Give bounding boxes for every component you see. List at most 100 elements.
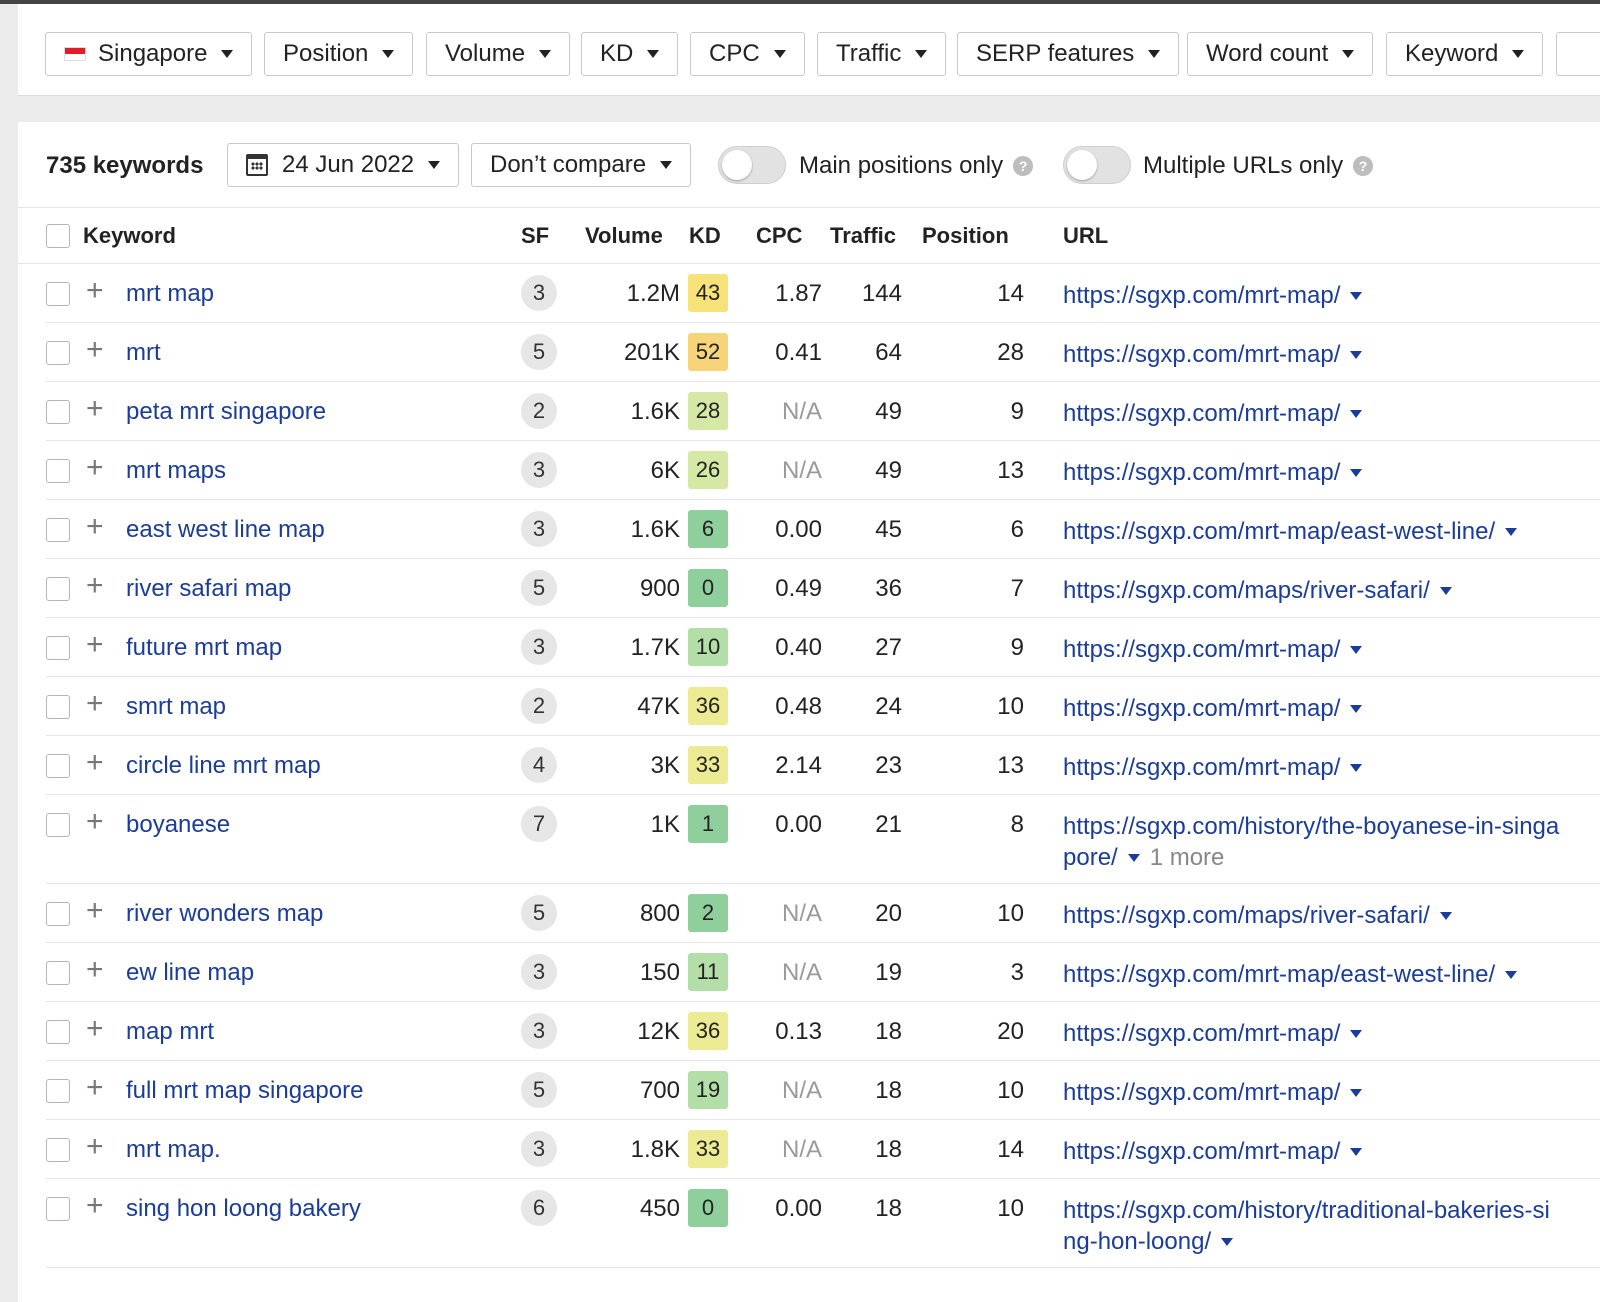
multiple-urls-toggle[interactable] — [1063, 146, 1131, 184]
keyword-link[interactable]: mrt map. — [126, 1136, 221, 1164]
url-link[interactable]: https://sgxp.com/history/traditional-bak… — [1063, 1197, 1550, 1255]
keyword-link[interactable]: peta mrt singapore — [126, 398, 326, 426]
url-link[interactable]: https://sgxp.com/mrt-map/ — [1063, 282, 1340, 309]
keyword-link[interactable]: map mrt — [126, 1018, 214, 1046]
url-link[interactable]: https://sgxp.com/mrt-map/ — [1063, 459, 1340, 486]
row-checkbox[interactable] — [46, 341, 70, 365]
row-checkbox[interactable] — [46, 400, 70, 424]
url-link[interactable]: https://sgxp.com/mrt-map/ — [1063, 754, 1340, 781]
date-picker[interactable]: 24 Jun 2022 — [227, 143, 460, 187]
row-checkbox[interactable] — [46, 1138, 70, 1162]
row-checkbox[interactable] — [46, 754, 70, 778]
keyword-link[interactable]: river safari map — [126, 575, 291, 603]
col-position[interactable]: Position — [922, 223, 1009, 249]
url-dropdown-icon[interactable] — [1350, 1030, 1363, 1038]
url-link[interactable]: https://sgxp.com/mrt-map/ — [1063, 1020, 1340, 1047]
col-traffic[interactable]: Traffic — [830, 223, 896, 249]
url-link[interactable]: https://sgxp.com/mrt-map/east-west-line/ — [1063, 518, 1495, 545]
more-urls-link[interactable]: 1 more — [1150, 844, 1225, 871]
serp-features-count[interactable]: 3 — [521, 954, 557, 990]
keyword-link[interactable]: mrt — [126, 339, 161, 367]
url-link[interactable]: https://sgxp.com/maps/river-safari/ — [1063, 902, 1430, 929]
filter-country-dropdown[interactable]: Singapore — [45, 32, 253, 76]
add-to-list-icon[interactable]: + — [86, 276, 104, 306]
serp-features-count[interactable]: 2 — [521, 688, 557, 724]
serp-features-count[interactable]: 6 — [521, 1190, 557, 1226]
serp-features-count[interactable]: 5 — [521, 895, 557, 931]
url-dropdown-icon[interactable] — [1127, 854, 1140, 862]
url-link[interactable]: https://sgxp.com/history/the-boyanese-in… — [1063, 813, 1559, 871]
keyword-link[interactable]: ew line map — [126, 959, 254, 987]
add-to-list-icon[interactable]: + — [86, 394, 104, 424]
row-checkbox[interactable] — [46, 577, 70, 601]
serp-features-count[interactable]: 3 — [521, 629, 557, 665]
serp-features-count[interactable]: 3 — [521, 452, 557, 488]
filter-traffic-dropdown[interactable]: Traffic — [817, 32, 947, 76]
url-link[interactable]: https://sgxp.com/maps/river-safari/ — [1063, 577, 1430, 604]
row-checkbox[interactable] — [46, 813, 70, 837]
col-cpc[interactable]: CPC — [756, 223, 802, 249]
filter-volume-dropdown[interactable]: Volume — [426, 32, 571, 76]
url-link[interactable]: https://sgxp.com/mrt-map/ — [1063, 1138, 1340, 1165]
url-dropdown-icon[interactable] — [1505, 528, 1518, 536]
url-dropdown-icon[interactable] — [1350, 646, 1363, 654]
url-link[interactable]: https://sgxp.com/mrt-map/ — [1063, 1079, 1340, 1106]
select-all-checkbox[interactable] — [46, 224, 70, 248]
url-dropdown-icon[interactable] — [1350, 764, 1363, 772]
keyword-link[interactable]: future mrt map — [126, 634, 282, 662]
compare-dropdown[interactable]: Don’t compare — [471, 143, 692, 187]
row-checkbox[interactable] — [46, 1197, 70, 1221]
filter-serp-features-dropdown[interactable]: SERP features — [957, 32, 1180, 76]
keyword-link[interactable]: full mrt map singapore — [126, 1077, 363, 1105]
url-dropdown-icon[interactable] — [1350, 705, 1363, 713]
url-dropdown-icon[interactable] — [1439, 587, 1452, 595]
row-checkbox[interactable] — [46, 695, 70, 719]
serp-features-count[interactable]: 3 — [521, 511, 557, 547]
filter-cpc-dropdown[interactable]: CPC — [690, 32, 805, 76]
keyword-link[interactable]: mrt maps — [126, 457, 226, 485]
keyword-link[interactable]: sing hon loong bakery — [126, 1195, 361, 1223]
keyword-link[interactable]: boyanese — [126, 811, 230, 839]
add-to-list-icon[interactable]: + — [86, 1014, 104, 1044]
url-link[interactable]: https://sgxp.com/mrt-map/east-west-line/ — [1063, 961, 1495, 988]
serp-features-count[interactable]: 7 — [521, 806, 557, 842]
add-to-list-icon[interactable]: + — [86, 807, 104, 837]
filter-keyword-dropdown[interactable]: Keyword — [1386, 32, 1544, 76]
filter-position-dropdown[interactable]: Position — [264, 32, 414, 76]
row-checkbox[interactable] — [46, 636, 70, 660]
url-dropdown-icon[interactable] — [1439, 912, 1452, 920]
url-link[interactable]: https://sgxp.com/mrt-map/ — [1063, 636, 1340, 663]
help-icon[interactable]: ? — [1013, 156, 1034, 176]
url-dropdown-icon[interactable] — [1350, 292, 1363, 300]
url-dropdown-icon[interactable] — [1221, 1238, 1234, 1246]
add-to-list-icon[interactable]: + — [86, 571, 104, 601]
url-dropdown-icon[interactable] — [1505, 971, 1518, 979]
url-dropdown-icon[interactable] — [1350, 351, 1363, 359]
serp-features-count[interactable]: 4 — [521, 747, 557, 783]
serp-features-count[interactable]: 5 — [521, 334, 557, 370]
serp-features-count[interactable]: 2 — [521, 393, 557, 429]
row-checkbox[interactable] — [46, 518, 70, 542]
keyword-link[interactable]: river wonders map — [126, 900, 323, 928]
serp-features-count[interactable]: 5 — [521, 1072, 557, 1108]
filter-kd-dropdown[interactable]: KD — [581, 32, 679, 76]
url-dropdown-icon[interactable] — [1350, 1148, 1363, 1156]
keyword-link[interactable]: east west line map — [126, 516, 325, 544]
keyword-link[interactable]: circle line mrt map — [126, 752, 321, 780]
filter-word-count-dropdown[interactable]: Word count — [1187, 32, 1374, 76]
keyword-link[interactable]: mrt map — [126, 280, 214, 308]
main-positions-toggle[interactable] — [718, 146, 786, 184]
row-checkbox[interactable] — [46, 282, 70, 306]
url-link[interactable]: https://sgxp.com/mrt-map/ — [1063, 695, 1340, 722]
row-checkbox[interactable] — [46, 902, 70, 926]
add-to-list-icon[interactable]: + — [86, 748, 104, 778]
help-icon[interactable]: ? — [1353, 156, 1374, 176]
add-to-list-icon[interactable]: + — [86, 1132, 104, 1162]
col-keyword[interactable]: Keyword — [83, 223, 176, 249]
col-volume[interactable]: Volume — [585, 223, 663, 249]
add-to-list-icon[interactable]: + — [86, 1073, 104, 1103]
add-to-list-icon[interactable]: + — [86, 955, 104, 985]
add-to-list-icon[interactable]: + — [86, 896, 104, 926]
add-to-list-icon[interactable]: + — [86, 453, 104, 483]
col-sf[interactable]: SF — [521, 223, 549, 249]
